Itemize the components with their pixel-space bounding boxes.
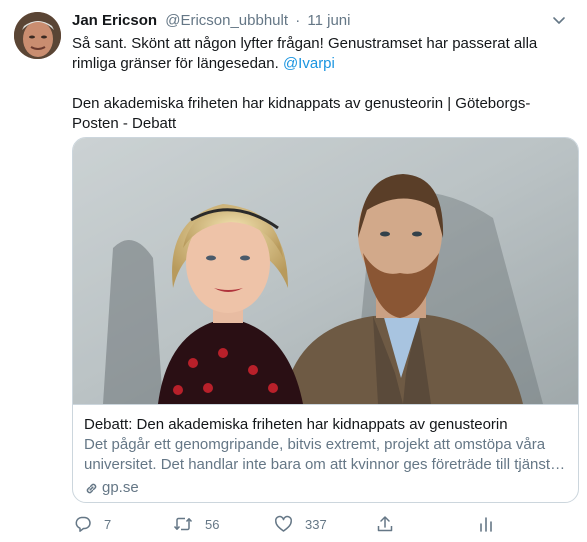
link-icon — [86, 483, 97, 493]
separator: · — [295, 12, 301, 29]
analytics-icon — [480, 517, 492, 532]
author-handle[interactable]: @Ericson_ubbhult — [165, 12, 288, 29]
author-name[interactable]: Jan Ericson — [72, 12, 157, 29]
card-domain-text: gp.se — [102, 479, 139, 496]
retweet-icon — [173, 517, 193, 531]
heart-icon — [275, 515, 292, 532]
reply-button[interactable]: 7 — [74, 513, 111, 535]
tweet-header: Jan Ericson @Ericson_ubbhult · 11 juni — [72, 11, 567, 31]
link-card[interactable]: Debatt: Den akademiska friheten har kidn… — [72, 137, 579, 503]
tweet-date[interactable]: 11 juni — [307, 12, 350, 29]
like-button[interactable]: 337 — [274, 513, 327, 535]
tweet-body: Så sant. Skönt att någon lyfter frågan! … — [72, 34, 572, 134]
reply-icon — [75, 516, 91, 532]
reply-count: 7 — [104, 516, 112, 532]
card-image — [73, 138, 578, 404]
avatar[interactable] — [14, 12, 61, 59]
tweet[interactable]: Jan Ericson @Ericson_ubbhult · 11 juni S… — [0, 0, 587, 542]
retweet-count: 56 — [205, 516, 220, 532]
mention-link[interactable]: @Ivarpi — [283, 55, 335, 72]
tweet-link-text: Den akademiska friheten har kidnappats a… — [72, 95, 531, 132]
card-text: Debatt: Den akademiska friheten har kidn… — [73, 404, 578, 502]
like-count: 337 — [305, 516, 327, 532]
card-description: Det pågår ett genomgripande, bitvis extr… — [84, 436, 566, 473]
action-bar: 7 56 337 — [72, 513, 502, 535]
share-icon — [377, 516, 393, 532]
tweet-text: Så sant. Skönt att någon lyfter frågan! … — [72, 34, 572, 74]
chevron-down-icon[interactable] — [551, 12, 567, 28]
analytics-button[interactable] — [477, 513, 495, 535]
card-domain: gp.se — [84, 478, 566, 498]
retweet-button[interactable]: 56 — [173, 513, 219, 535]
card-title: Debatt: Den akademiska friheten har kidn… — [84, 416, 508, 433]
share-button[interactable] — [376, 513, 394, 535]
